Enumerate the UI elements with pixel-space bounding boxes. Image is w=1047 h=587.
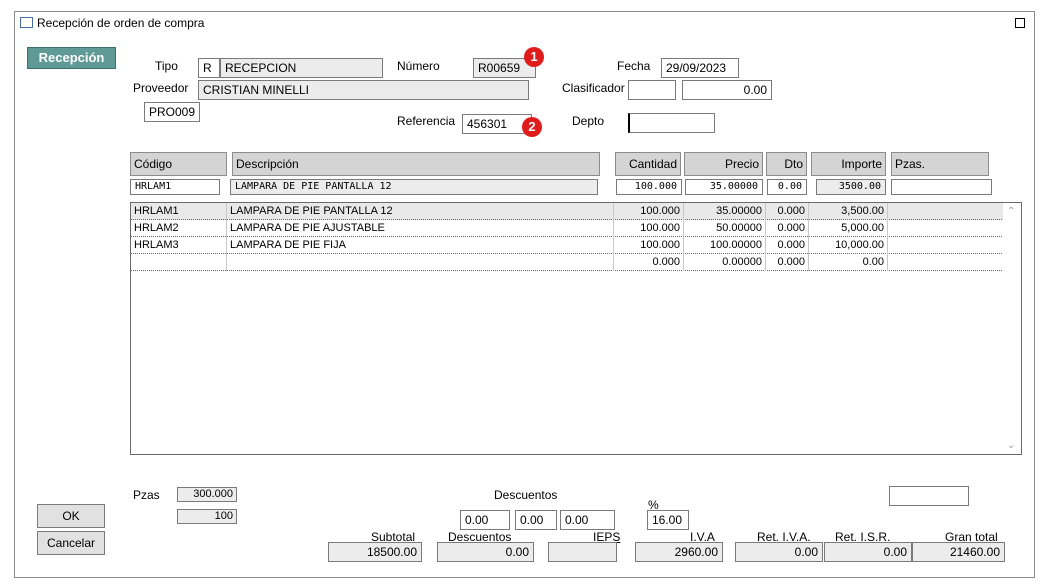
- tab-recepcion[interactable]: Recepción: [27, 47, 116, 69]
- fecha-label: Fecha: [617, 59, 651, 73]
- cell-importe: 5,000.00: [809, 220, 888, 237]
- cell-descripcion: LAMPARA DE PIE FIJA: [227, 237, 614, 254]
- cell-descripcion: LAMPARA DE PIE PANTALLA 12: [227, 203, 614, 220]
- cell-precio: 35.00000: [684, 203, 766, 220]
- badge-one: 1: [524, 47, 544, 67]
- cell-precio: 50.00000: [684, 220, 766, 237]
- cell-dto: 0.000: [766, 203, 809, 220]
- cell-codigo: HRLAM1: [131, 203, 227, 220]
- clasificador-label: Clasificador: [562, 81, 625, 95]
- entry-cantidad-input[interactable]: 100.000: [616, 179, 682, 195]
- cell-importe: 10,000.00: [809, 237, 888, 254]
- proveedor-code-field[interactable]: PRO009: [144, 102, 200, 122]
- referencia-label: Referencia: [397, 114, 456, 128]
- cell-cantidad: 0.000: [614, 254, 684, 271]
- extra-field[interactable]: [889, 486, 969, 506]
- proveedor-label: Proveedor: [133, 81, 189, 95]
- descuento-1-field[interactable]: 0.00: [460, 510, 510, 530]
- cell-pzas: [888, 203, 1004, 220]
- cell-pzas: [888, 220, 1004, 237]
- purchase-receipt-window: Recepción de orden de compra Recepción T…: [14, 11, 1035, 578]
- fecha-field[interactable]: 29/09/2023: [661, 58, 739, 78]
- pzas-total-field: 300.000: [177, 487, 237, 502]
- descuento-3-field[interactable]: 0.00: [560, 510, 615, 530]
- entry-pzas-input[interactable]: [891, 179, 992, 195]
- cell-cantidad: 100.000: [614, 220, 684, 237]
- cell-descripcion: [227, 254, 614, 271]
- proveedor-name-field: CRISTIAN MINELLI: [198, 80, 529, 100]
- column-header-pzas[interactable]: Pzas.: [891, 152, 989, 176]
- entry-dto-input[interactable]: 0.00: [767, 179, 807, 195]
- descuentos-total-field: 0.00: [437, 542, 534, 562]
- descuentos-label: Descuentos: [494, 488, 558, 502]
- ieps-field: [548, 542, 617, 562]
- maximize-icon[interactable]: [1015, 18, 1025, 28]
- cell-dto: 0.000: [766, 220, 809, 237]
- clasificador-code-field[interactable]: [628, 80, 676, 100]
- cell-descripcion: LAMPARA DE PIE AJUSTABLE: [227, 220, 614, 237]
- cell-importe: 0.00: [809, 254, 888, 271]
- column-header-descripcion[interactable]: Descripción: [232, 152, 600, 176]
- gran-total-field: 21460.00: [912, 542, 1005, 562]
- scroll-down-icon[interactable]: ⌄: [1007, 440, 1015, 451]
- ok-button[interactable]: OK: [37, 504, 105, 528]
- iva-percent-field[interactable]: 16.00: [647, 510, 689, 530]
- clasificador-value-field[interactable]: 0.00: [682, 80, 772, 100]
- iva-field: 2960.00: [635, 542, 723, 562]
- descuento-2-field[interactable]: 0.00: [515, 510, 557, 530]
- cell-codigo: HRLAM2: [131, 220, 227, 237]
- ret-iva-field: 0.00: [735, 542, 823, 562]
- cell-pzas: [888, 254, 1004, 271]
- cell-cantidad: 100.000: [614, 203, 684, 220]
- column-header-cantidad[interactable]: Cantidad: [615, 152, 681, 176]
- table-row[interactable]: HRLAM1 LAMPARA DE PIE PANTALLA 12 100.00…: [131, 203, 1004, 220]
- pzas-secondary-field: 100: [177, 509, 237, 524]
- cell-importe: 3,500.00: [809, 203, 888, 220]
- cell-precio: 100.00000: [684, 237, 766, 254]
- column-header-importe[interactable]: Importe: [811, 152, 886, 176]
- window-icon: [20, 17, 33, 28]
- cell-cantidad: 100.000: [614, 237, 684, 254]
- table-row[interactable]: 0.000 0.00000 0.000 0.00: [131, 254, 1004, 271]
- depto-label: Depto: [572, 114, 605, 128]
- cell-codigo: [131, 254, 227, 271]
- tipo-code-field[interactable]: R: [198, 58, 220, 78]
- numero-label: Número: [397, 59, 440, 73]
- grid-scrollbar[interactable]: ⌃ ⌄: [1003, 203, 1021, 454]
- tipo-label: Tipo: [155, 59, 178, 73]
- items-grid[interactable]: HRLAM1 LAMPARA DE PIE PANTALLA 12 100.00…: [130, 202, 1022, 455]
- column-header-precio[interactable]: Precio: [684, 152, 763, 176]
- cell-dto: 0.000: [766, 254, 809, 271]
- entry-importe-input: 3500.00: [816, 179, 886, 195]
- entry-precio-input[interactable]: 35.00000: [685, 179, 763, 195]
- cell-codigo: HRLAM3: [131, 237, 227, 254]
- title-bar: Recepción de orden de compra: [15, 12, 1034, 34]
- entry-codigo-input[interactable]: HRLAM1: [130, 179, 220, 195]
- table-row[interactable]: HRLAM2 LAMPARA DE PIE AJUSTABLE 100.000 …: [131, 220, 1004, 237]
- column-header-dto[interactable]: Dto: [766, 152, 807, 176]
- badge-two: 2: [522, 117, 542, 137]
- cell-precio: 0.00000: [684, 254, 766, 271]
- window-title: Recepción de orden de compra: [37, 16, 205, 30]
- subtotal-field: 18500.00: [328, 542, 422, 562]
- table-row[interactable]: HRLAM3 LAMPARA DE PIE FIJA 100.000 100.0…: [131, 237, 1004, 254]
- scroll-up-icon[interactable]: ⌃: [1007, 206, 1015, 217]
- cell-pzas: [888, 237, 1004, 254]
- pzas-label: Pzas: [133, 488, 160, 502]
- depto-field[interactable]: [628, 113, 715, 133]
- ret-isr-field: 0.00: [824, 542, 912, 562]
- column-header-codigo[interactable]: Código: [130, 152, 227, 176]
- cancel-button[interactable]: Cancelar: [37, 531, 105, 555]
- cell-dto: 0.000: [766, 237, 809, 254]
- tipo-value-field: RECEPCION: [220, 58, 383, 78]
- entry-descripcion-input: LAMPARA DE PIE PANTALLA 12: [230, 179, 598, 195]
